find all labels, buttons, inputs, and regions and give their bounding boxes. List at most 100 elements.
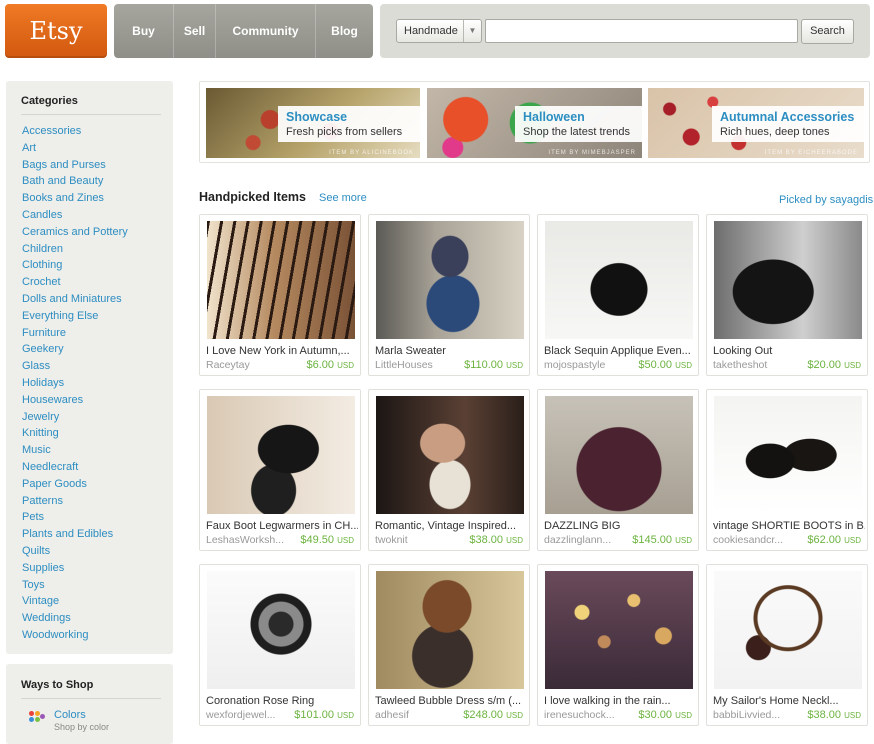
price-amount: $30.00 bbox=[638, 709, 673, 721]
price-amount: $38.00 bbox=[807, 709, 842, 721]
banner-showcase[interactable]: Showcase Fresh picks from sellers ITEM B… bbox=[206, 88, 420, 158]
category-link[interactable]: Weddings bbox=[22, 611, 128, 628]
category-link[interactable]: Children bbox=[22, 242, 128, 259]
category-link[interactable]: Crochet bbox=[22, 275, 128, 292]
search-category-select[interactable]: Handmade ▼ bbox=[396, 19, 482, 43]
item-photo[interactable] bbox=[376, 396, 524, 514]
category-link[interactable]: Holidays bbox=[22, 376, 128, 393]
item-shop[interactable]: cookiesandcr... bbox=[713, 534, 798, 546]
item-card[interactable]: Faux Boot Legwarmers in CH... LeshasWork… bbox=[199, 389, 361, 551]
item-photo[interactable] bbox=[714, 396, 862, 514]
item-card[interactable]: I Love New York in Autumn,... Raceytay $… bbox=[199, 214, 361, 376]
banner-credit: ITEM BY EICHEERABODE bbox=[764, 150, 858, 156]
item-card[interactable]: Romantic, Vintage Inspired... twoknit $3… bbox=[368, 389, 530, 551]
item-title[interactable]: My Sailor's Home Neckl... bbox=[713, 695, 865, 707]
item-card[interactable]: Looking Out taketheshot $20.00 USD bbox=[706, 214, 868, 376]
shop-by-color-link[interactable]: Colors bbox=[54, 709, 86, 721]
nav-blog[interactable]: Blog bbox=[316, 4, 373, 58]
item-photo[interactable] bbox=[207, 396, 355, 514]
item-title[interactable]: Marla Sweater bbox=[375, 345, 527, 357]
search-button[interactable]: Search bbox=[801, 19, 854, 44]
category-link[interactable]: Bath and Beauty bbox=[22, 174, 128, 191]
category-link[interactable]: Everything Else bbox=[22, 309, 128, 326]
category-link[interactable]: Jewelry bbox=[22, 410, 128, 427]
category-link[interactable]: Housewares bbox=[22, 393, 128, 410]
item-shop[interactable]: Raceytay bbox=[206, 359, 291, 371]
banner-autumnal-accessories[interactable]: Autumnal Accessories Rich hues, deep ton… bbox=[648, 88, 864, 158]
item-shop[interactable]: LittleHouses bbox=[375, 359, 460, 371]
category-link[interactable]: Music bbox=[22, 443, 128, 460]
item-card[interactable]: Marla Sweater LittleHouses $110.00 USD bbox=[368, 214, 530, 376]
item-title[interactable]: Faux Boot Legwarmers in CH... bbox=[206, 520, 358, 532]
category-link[interactable]: Pets bbox=[22, 510, 128, 527]
category-link[interactable]: Needlecraft bbox=[22, 460, 128, 477]
nav-sell[interactable]: Sell bbox=[174, 4, 216, 58]
category-link[interactable]: Furniture bbox=[22, 326, 128, 343]
item-title[interactable]: Black Sequin Applique Even... bbox=[544, 345, 696, 357]
item-photo[interactable] bbox=[545, 221, 693, 339]
item-shop[interactable]: babbiLivvied... bbox=[713, 709, 798, 721]
item-title[interactable]: vintage SHORTIE BOOTS in B... bbox=[713, 520, 865, 532]
item-title[interactable]: Looking Out bbox=[713, 345, 865, 357]
item-shop[interactable]: irenesuchock... bbox=[544, 709, 629, 721]
item-title[interactable]: Romantic, Vintage Inspired... bbox=[375, 520, 527, 532]
category-link[interactable]: Dolls and Miniatures bbox=[22, 292, 128, 309]
item-shop[interactable]: wexfordjewel... bbox=[206, 709, 291, 721]
category-link[interactable]: Glass bbox=[22, 359, 128, 376]
item-shop[interactable]: adhesif bbox=[375, 709, 460, 721]
category-link[interactable]: Knitting bbox=[22, 426, 128, 443]
chevron-down-icon: ▼ bbox=[463, 20, 481, 42]
category-link[interactable]: Books and Zines bbox=[22, 191, 128, 208]
category-link[interactable]: Supplies bbox=[22, 561, 128, 578]
item-photo[interactable] bbox=[376, 221, 524, 339]
price-currency: USD bbox=[844, 361, 861, 370]
item-card[interactable]: Tawleed Bubble Dress s/m (... adhesif $2… bbox=[368, 564, 530, 726]
category-link[interactable]: Bags and Purses bbox=[22, 158, 128, 175]
item-photo[interactable] bbox=[545, 396, 693, 514]
item-title[interactable]: I Love New York in Autumn,... bbox=[206, 345, 358, 357]
item-title[interactable]: DAZZLING BIG bbox=[544, 520, 696, 532]
item-photo[interactable] bbox=[545, 571, 693, 689]
see-more-link[interactable]: See more bbox=[319, 192, 367, 204]
item-shop[interactable]: twoknit bbox=[375, 534, 460, 546]
item-photo[interactable] bbox=[714, 571, 862, 689]
nav-buy[interactable]: Buy bbox=[114, 4, 174, 58]
category-link[interactable]: Patterns bbox=[22, 494, 128, 511]
item-photo[interactable] bbox=[207, 571, 355, 689]
category-link[interactable]: Ceramics and Pottery bbox=[22, 225, 128, 242]
price-amount: $49.50 bbox=[300, 534, 335, 546]
item-title[interactable]: Tawleed Bubble Dress s/m (... bbox=[375, 695, 527, 707]
picked-by-link[interactable]: Picked by sayagdis bbox=[779, 194, 873, 206]
category-link[interactable]: Vintage bbox=[22, 594, 128, 611]
item-shop[interactable]: LeshasWorksh... bbox=[206, 534, 291, 546]
category-link[interactable]: Art bbox=[22, 141, 128, 158]
etsy-logo[interactable]: Etsy bbox=[5, 4, 107, 58]
category-link[interactable]: Toys bbox=[22, 578, 128, 595]
item-shop[interactable]: mojospastyle bbox=[544, 359, 629, 371]
category-link[interactable]: Paper Goods bbox=[22, 477, 128, 494]
item-photo[interactable] bbox=[376, 571, 524, 689]
item-card[interactable]: I love walking in the rain... irenesucho… bbox=[537, 564, 699, 726]
category-link[interactable]: Geekery bbox=[22, 342, 128, 359]
category-link[interactable]: Plants and Edibles bbox=[22, 527, 128, 544]
item-photo[interactable] bbox=[207, 221, 355, 339]
item-card[interactable]: My Sailor's Home Neckl... babbiLivvied..… bbox=[706, 564, 868, 726]
item-card[interactable]: Coronation Rose Ring wexfordjewel... $10… bbox=[199, 564, 361, 726]
item-shop[interactable]: dazzlinglann... bbox=[544, 534, 629, 546]
item-price: $110.00 USD bbox=[464, 359, 523, 371]
item-card[interactable]: Black Sequin Applique Even... mojospasty… bbox=[537, 214, 699, 376]
item-photo[interactable] bbox=[714, 221, 862, 339]
category-link[interactable]: Accessories bbox=[22, 124, 128, 141]
item-card[interactable]: vintage SHORTIE BOOTS in B... cookiesand… bbox=[706, 389, 868, 551]
item-title[interactable]: I love walking in the rain... bbox=[544, 695, 696, 707]
item-card[interactable]: DAZZLING BIG dazzlinglann... $145.00 USD bbox=[537, 389, 699, 551]
category-link[interactable]: Quilts bbox=[22, 544, 128, 561]
category-link[interactable]: Clothing bbox=[22, 258, 128, 275]
category-link[interactable]: Woodworking bbox=[22, 628, 128, 645]
nav-community[interactable]: Community bbox=[216, 4, 316, 58]
search-input[interactable] bbox=[485, 19, 798, 43]
category-link[interactable]: Candles bbox=[22, 208, 128, 225]
item-title[interactable]: Coronation Rose Ring bbox=[206, 695, 358, 707]
banner-halloween[interactable]: Halloween Shop the latest trends ITEM BY… bbox=[427, 88, 642, 158]
item-shop[interactable]: taketheshot bbox=[713, 359, 798, 371]
